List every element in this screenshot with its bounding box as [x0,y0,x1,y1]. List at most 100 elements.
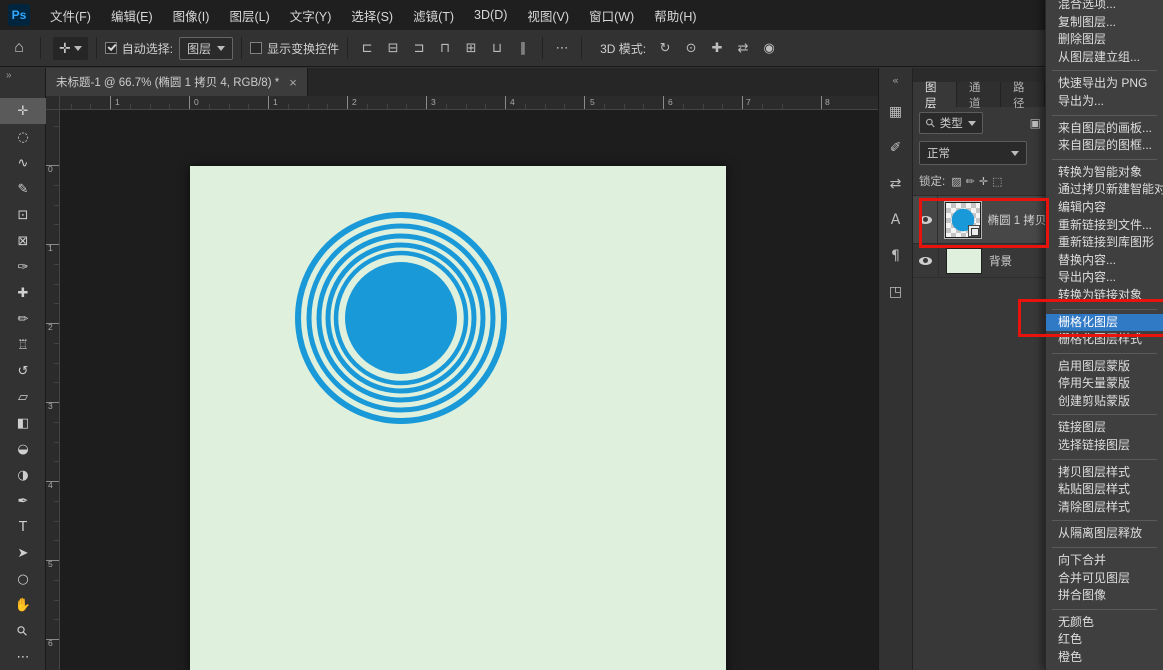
context-menu-item[interactable]: 从隔离图层释放 [1046,525,1163,543]
document-tab[interactable]: 未标题-1 @ 66.7% (椭圆 1 拷贝 4, RGB/8) * × [46,68,308,96]
context-menu-item[interactable]: 删除图层 [1046,31,1163,49]
layer-visibility-toggle[interactable] [913,196,938,243]
move-tool[interactable]: ✛ [0,98,46,124]
character-panel-icon[interactable]: A [882,206,910,234]
context-menu-item[interactable]: 拼合图像 [1046,587,1163,605]
context-menu-item[interactable]: 重新链接到库图形 [1046,234,1163,252]
tab-channels[interactable]: 通道 [957,82,1001,107]
clone-source-panel-icon[interactable]: ⇄ [882,170,910,198]
toolbar-collapse-icon[interactable]: » [0,68,45,84]
menu-item[interactable]: 滤镜(T) [403,0,464,30]
frame-tool[interactable]: ⊠ [0,228,46,254]
collapse-panels-icon[interactable]: « [882,72,910,88]
auto-select-target-dropdown[interactable]: 图层 [179,37,233,60]
align-right-edges-icon[interactable]: ⊐ [408,37,430,59]
context-menu-item[interactable]: 红色 [1046,631,1163,649]
align-top-edges-icon[interactable]: ⊓ [434,37,456,59]
align-bottom-edges-icon[interactable]: ⊔ [486,37,508,59]
context-menu-item[interactable]: 编辑内容 [1046,199,1163,217]
quick-selection-tool[interactable]: ✎ [0,176,46,202]
brush-settings-panel-icon[interactable]: ✐ [882,134,910,162]
auto-select-checkbox[interactable]: 自动选择: [105,40,173,57]
roll-3d-icon[interactable]: ⊙ [680,37,702,59]
layer-filter-dropdown[interactable]: ⚲ 类型 [919,112,983,134]
hand-tool[interactable]: ✋ [0,592,46,618]
path-selection-tool[interactable]: ➤ [0,540,46,566]
eraser-tool[interactable]: ▱ [0,384,46,410]
context-menu-item[interactable]: 栅格化图层样式 [1046,331,1163,349]
blend-mode-dropdown[interactable]: 正常 [919,141,1027,165]
context-menu-item[interactable]: 来自图层的图框... [1046,137,1163,155]
layer-thumbnail[interactable] [945,202,980,238]
distribute-icon[interactable]: ∥ [512,37,534,59]
tab-paths[interactable]: 路径 [1001,82,1045,107]
healing-brush-tool[interactable]: ✚ [0,280,46,306]
shape-tool[interactable]: ○ [0,566,46,592]
history-brush-tool[interactable]: ↺ [0,358,46,384]
menu-item[interactable]: 文件(F) [40,0,101,30]
crop-tool[interactable]: ⊡ [0,202,46,228]
context-menu-item[interactable]: 向下合并 [1046,552,1163,570]
3d-panel-icon[interactable]: ◳ [882,278,910,306]
libraries-panel-icon[interactable]: ▦ [882,98,910,126]
more-options-icon[interactable]: ⋯ [551,37,573,59]
menu-item-rasterize-layer[interactable]: 栅格化图层 [1046,314,1163,332]
context-menu-item[interactable]: 转换为智能对象 [1046,164,1163,182]
zoom-tool[interactable]: ⚲ [0,618,46,644]
orbit-3d-icon[interactable]: ↻ [654,37,676,59]
layer-visibility-toggle[interactable] [913,244,939,277]
context-menu-item[interactable]: 粘贴图层样式 [1046,481,1163,499]
lock-pixels-icon[interactable]: ✏ [966,175,975,188]
menu-item[interactable]: 编辑(E) [101,0,163,30]
context-menu-item[interactable]: 导出为... [1046,93,1163,111]
move-tool-preset[interactable]: ✛ [53,37,88,60]
menu-item[interactable]: 选择(S) [341,0,403,30]
context-menu-item[interactable]: 来自图层的画板... [1046,120,1163,138]
context-menu-item[interactable]: 转换为链接对象 [1046,287,1163,305]
menu-item[interactable]: 窗口(W) [579,0,644,30]
menu-item[interactable]: 视图(V) [517,0,579,30]
layer-thumbnail[interactable] [946,248,982,274]
context-menu-item[interactable]: 链接图层 [1046,419,1163,437]
camera-3d-icon[interactable]: ◉ [758,37,780,59]
context-menu-item[interactable]: 导出内容... [1046,269,1163,287]
context-menu-item[interactable]: 创建剪贴蒙版 [1046,393,1163,411]
dodge-tool[interactable]: ◑ [0,462,46,488]
paragraph-panel-icon[interactable]: ¶ [882,242,910,270]
lock-transparency-icon[interactable]: ▨ [951,175,961,188]
context-menu-item[interactable]: 混合选项... [1046,0,1163,14]
menu-item[interactable]: 文字(Y) [280,0,342,30]
context-menu-item[interactable]: 拷贝图层样式 [1046,464,1163,482]
context-menu-item[interactable]: 无颜色 [1046,614,1163,632]
canvas-viewport[interactable] [60,110,878,670]
menu-item[interactable]: 帮助(H) [644,0,706,30]
context-menu-item[interactable]: 合并可见图层 [1046,570,1163,588]
align-vertical-centers-icon[interactable]: ⊞ [460,37,482,59]
context-menu-item[interactable]: 从图层建立组... [1046,49,1163,67]
blur-tool[interactable]: ◒ [0,436,46,462]
context-menu-item[interactable]: 选择链接图层 [1046,437,1163,455]
context-menu-item[interactable]: 通过拷贝新建智能对象 [1046,181,1163,199]
close-icon[interactable]: × [289,75,297,90]
clone-stamp-tool[interactable]: ♖ [0,332,46,358]
context-menu-item[interactable]: 停用矢量蒙版 [1046,375,1163,393]
menu-item[interactable]: 3D(D) [464,0,517,30]
filter-kind-icon[interactable]: ▣ [1030,116,1041,130]
toolbar-more[interactable]: ⋯ [0,644,46,670]
drag-3d-icon[interactable]: ✚ [706,37,728,59]
gradient-tool[interactable]: ◧ [0,410,46,436]
context-menu-item[interactable]: 重新链接到文件... [1046,217,1163,235]
brush-tool[interactable]: ✏ [0,306,46,332]
lock-artboard-icon[interactable]: ⬚ [992,175,1002,188]
marquee-tool[interactable]: ◌ [0,124,46,150]
align-horizontal-centers-icon[interactable]: ⊟ [382,37,404,59]
context-menu-item[interactable]: 橙色 [1046,649,1163,667]
context-menu-item[interactable]: 快速导出为 PNG [1046,75,1163,93]
align-left-edges-icon[interactable]: ⊏ [356,37,378,59]
home-icon[interactable]: ⌂ [6,39,32,57]
lock-position-icon[interactable]: ✛ [979,175,988,188]
eyedropper-tool[interactable]: ✑ [0,254,46,280]
type-tool[interactable]: T [0,514,46,540]
layer-name[interactable]: 椭圆 1 拷贝 [988,212,1045,228]
document-canvas[interactable] [190,166,726,670]
